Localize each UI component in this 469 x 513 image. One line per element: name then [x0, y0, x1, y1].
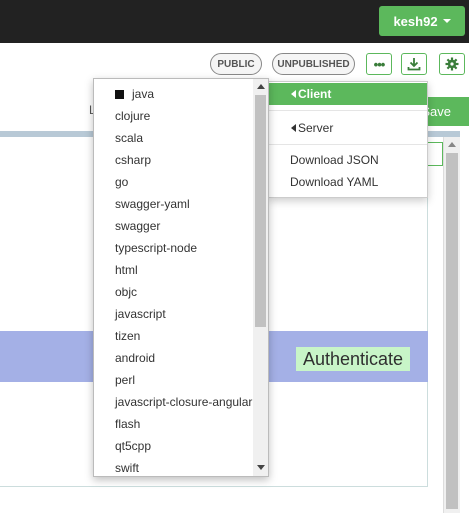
language-item-csharp[interactable]: csharp [94, 149, 254, 171]
selected-square-icon [115, 90, 124, 99]
language-item-swagger[interactable]: swagger [94, 215, 254, 237]
language-item-label: perl [115, 373, 136, 387]
language-item-label: csharp [115, 153, 152, 167]
menu-divider [269, 144, 427, 145]
language-item-label: go [115, 175, 129, 189]
language-item-typescript-node[interactable]: typescript-node [94, 237, 254, 259]
language-item-java[interactable]: java [94, 83, 254, 105]
language-item-flash[interactable]: flash [94, 413, 254, 435]
download-icon [407, 58, 421, 71]
language-item-objc[interactable]: objc [94, 281, 254, 303]
language-item-label: clojure [115, 109, 151, 123]
language-item-label: scala [115, 131, 144, 145]
language-item-label: javascript [115, 307, 166, 321]
language-item-javascript-closure-angular[interactable]: javascript-closure-angular [94, 391, 254, 413]
user-menu-label: kesh92 [393, 13, 438, 29]
language-item-go[interactable]: go [94, 171, 254, 193]
language-item-label: swift [115, 461, 139, 475]
language-item-label: android [115, 351, 156, 365]
caret-down-icon [442, 19, 451, 23]
language-item-tizen[interactable]: tizen [94, 325, 254, 347]
language-item-label: qt5cpp [115, 439, 152, 453]
ellipsis-icon: ••• [373, 56, 386, 72]
scroll-up-arrow-icon[interactable] [448, 142, 456, 147]
public-badge[interactable]: PUBLIC [210, 53, 262, 75]
menu-item-download-yaml[interactable]: Download YAML [269, 171, 427, 193]
client-label: Client [298, 87, 332, 101]
scroll-thumb[interactable] [446, 153, 458, 509]
language-item-clojure[interactable]: clojure [94, 105, 254, 127]
language-item-label: swagger-yaml [115, 197, 190, 211]
language-item-javascript[interactable]: javascript [94, 303, 254, 325]
authenticate-button[interactable]: Authenticate [296, 347, 411, 371]
page-scrollbar[interactable] [443, 137, 460, 513]
generate-dropdown-menu: Client Server Download JSON Download YAM… [268, 81, 428, 198]
scroll-down-arrow-icon[interactable] [257, 465, 265, 470]
language-item-label: typescript-node [115, 241, 198, 255]
unpublished-badge[interactable]: UNPUBLISHED [272, 53, 355, 75]
client-language-submenu: java clojure scala csharp go swagger-yaml swag… [93, 78, 269, 477]
server-label: Server [298, 121, 334, 135]
language-item-label: html [115, 263, 138, 277]
gear-icon [445, 57, 459, 71]
language-item-swift[interactable]: swift [94, 457, 254, 476]
caret-left-icon [291, 90, 296, 98]
language-list: java clojure scala csharp go swagger-yaml swag… [94, 83, 254, 476]
caret-left-icon [291, 124, 296, 132]
settings-button[interactable] [439, 53, 465, 75]
editor-input-edge[interactable] [426, 142, 443, 166]
language-item-android[interactable]: android [94, 347, 254, 369]
more-options-button[interactable]: ••• [366, 53, 392, 75]
menu-item-client[interactable]: Client [269, 83, 427, 105]
menu-divider [269, 110, 427, 111]
menu-item-download-json[interactable]: Download JSON [269, 149, 427, 171]
scroll-thumb[interactable] [255, 95, 266, 327]
language-item-label: objc [115, 285, 138, 299]
language-item-swagger-yaml[interactable]: swagger-yaml [94, 193, 254, 215]
language-list-scrollbar[interactable] [253, 79, 268, 476]
top-navbar: kesh92 [0, 0, 469, 43]
scroll-up-arrow-icon[interactable] [257, 84, 265, 89]
language-item-scala[interactable]: scala [94, 127, 254, 149]
language-item-label: javascript-closure-angular [115, 395, 253, 409]
language-item-perl[interactable]: perl [94, 369, 254, 391]
language-item-label: swagger [115, 219, 161, 233]
language-item-label: tizen [115, 329, 141, 343]
user-menu-button[interactable]: kesh92 [379, 6, 465, 36]
menu-item-server[interactable]: Server [269, 117, 427, 139]
language-item-label: flash [115, 417, 141, 431]
download-button[interactable] [401, 53, 427, 75]
language-item-html[interactable]: html [94, 259, 254, 281]
language-item-qt5cpp[interactable]: qt5cpp [94, 435, 254, 457]
language-item-label: java [132, 87, 155, 101]
